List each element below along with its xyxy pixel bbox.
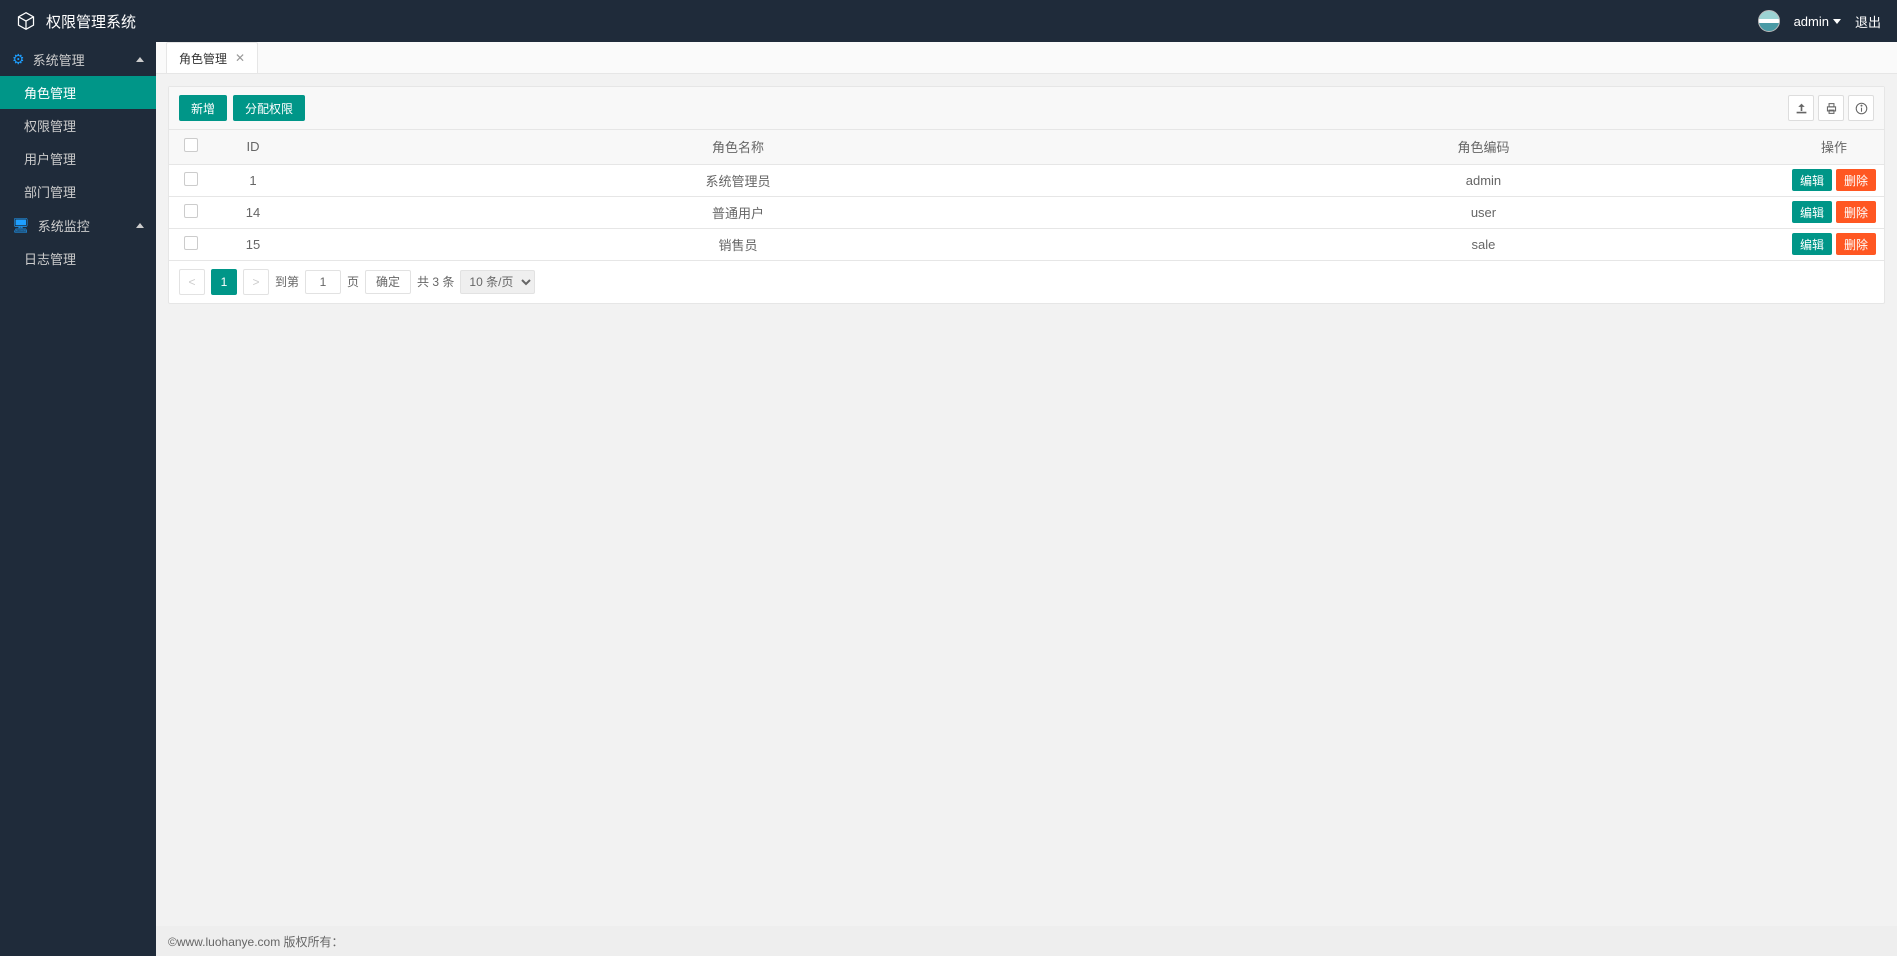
table-row: 14普通用户user 编辑删除 [169, 196, 1884, 228]
username: admin [1794, 14, 1829, 29]
content: 新增 分配权限 ID 角色名称 [156, 74, 1897, 926]
header: 权限管理系统 admin 退出 [0, 0, 1897, 42]
sidebar: ⚙ 系统管理 角色管理 权限管理 用户管理 部门管理 🖥 系统监控 日志管理 [0, 42, 156, 956]
row-checkbox[interactable] [184, 236, 198, 250]
tab-label: 角色管理 [179, 50, 227, 67]
col-op: 操作 [1784, 130, 1884, 164]
toolbar: 新增 分配权限 [169, 87, 1884, 130]
edit-button[interactable]: 编辑 [1792, 201, 1832, 223]
cell-name: 销售员 [293, 228, 1183, 260]
prev-page-button[interactable]: < [179, 269, 205, 295]
card: 新增 分配权限 ID 角色名称 [168, 86, 1885, 304]
assign-permission-button[interactable]: 分配权限 [233, 95, 305, 121]
export-icon[interactable] [1788, 95, 1814, 121]
select-all-checkbox[interactable] [184, 138, 198, 152]
table-row: 15销售员sale 编辑删除 [169, 228, 1884, 260]
user-menu[interactable]: admin [1794, 14, 1841, 29]
pagination: < 1 > 到第 页 确定 共 3 条 10 条/页 [169, 261, 1884, 303]
page-size-select[interactable]: 10 条/页 [460, 270, 535, 294]
cell-code: sale [1183, 228, 1784, 260]
chevron-up-icon [136, 223, 144, 228]
col-id: ID [213, 130, 293, 164]
role-table: ID 角色名称 角色编码 操作 1系统管理员admin编辑删除14普通用户use… [169, 130, 1884, 261]
menu-group-monitor[interactable]: 🖥 系统监控 [0, 208, 156, 242]
close-icon[interactable]: ✕ [235, 51, 245, 65]
add-button[interactable]: 新增 [179, 95, 227, 121]
goto-confirm-button[interactable]: 确定 [365, 270, 411, 294]
logout-link[interactable]: 退出 [1855, 12, 1881, 31]
table-row: 1系统管理员admin 编辑删除 [169, 164, 1884, 196]
chevron-up-icon [136, 57, 144, 62]
print-icon[interactable] [1818, 95, 1844, 121]
edit-button[interactable]: 编辑 [1792, 233, 1832, 255]
main: 角色管理 ✕ 新增 分配权限 [156, 42, 1897, 956]
info-icon[interactable] [1848, 95, 1874, 121]
next-page-button[interactable]: > [243, 269, 269, 295]
sidebar-item-dept[interactable]: 部门管理 [0, 175, 156, 208]
cell-id: 15 [213, 228, 293, 260]
menu-group-label: 系统管理 [33, 50, 85, 69]
caret-down-icon [1833, 19, 1841, 24]
cell-id: 1 [213, 164, 293, 196]
delete-button[interactable]: 删除 [1836, 233, 1876, 255]
header-left: 权限管理系统 [16, 11, 136, 32]
monitor-icon: 🖥 [12, 217, 30, 234]
col-name: 角色名称 [293, 130, 1183, 164]
cell-name: 普通用户 [293, 196, 1183, 228]
sidebar-item-user[interactable]: 用户管理 [0, 142, 156, 175]
goto-page-input[interactable] [305, 270, 341, 294]
tab-role[interactable]: 角色管理 ✕ [166, 42, 258, 73]
delete-button[interactable]: 删除 [1836, 201, 1876, 223]
sidebar-item-permission[interactable]: 权限管理 [0, 109, 156, 142]
row-checkbox[interactable] [184, 172, 198, 186]
page-1-button[interactable]: 1 [211, 269, 237, 295]
delete-button[interactable]: 删除 [1836, 169, 1876, 191]
table-header-row: ID 角色名称 角色编码 操作 [169, 130, 1884, 164]
cell-name: 系统管理员 [293, 164, 1183, 196]
copyright: ©www.luohanye.com 版权所有： [168, 933, 344, 950]
row-checkbox[interactable] [184, 204, 198, 218]
gear-icon: ⚙ [12, 51, 25, 68]
menu-group-system[interactable]: ⚙ 系统管理 [0, 42, 156, 76]
cell-code: admin [1183, 164, 1784, 196]
goto-prefix: 到第 [275, 273, 299, 290]
cube-icon [16, 11, 36, 31]
header-right: admin 退出 [1758, 10, 1881, 32]
sidebar-item-log[interactable]: 日志管理 [0, 242, 156, 275]
cell-id: 14 [213, 196, 293, 228]
menu-group-label: 系统监控 [38, 216, 90, 235]
tabs: 角色管理 ✕ [156, 42, 1897, 74]
sidebar-item-role[interactable]: 角色管理 [0, 76, 156, 109]
cell-code: user [1183, 196, 1784, 228]
avatar[interactable] [1758, 10, 1780, 32]
app-title: 权限管理系统 [46, 11, 136, 32]
total-count: 共 3 条 [417, 273, 454, 290]
col-code: 角色编码 [1183, 130, 1784, 164]
edit-button[interactable]: 编辑 [1792, 169, 1832, 191]
footer: ©www.luohanye.com 版权所有： [156, 926, 1897, 956]
goto-suffix: 页 [347, 273, 359, 290]
